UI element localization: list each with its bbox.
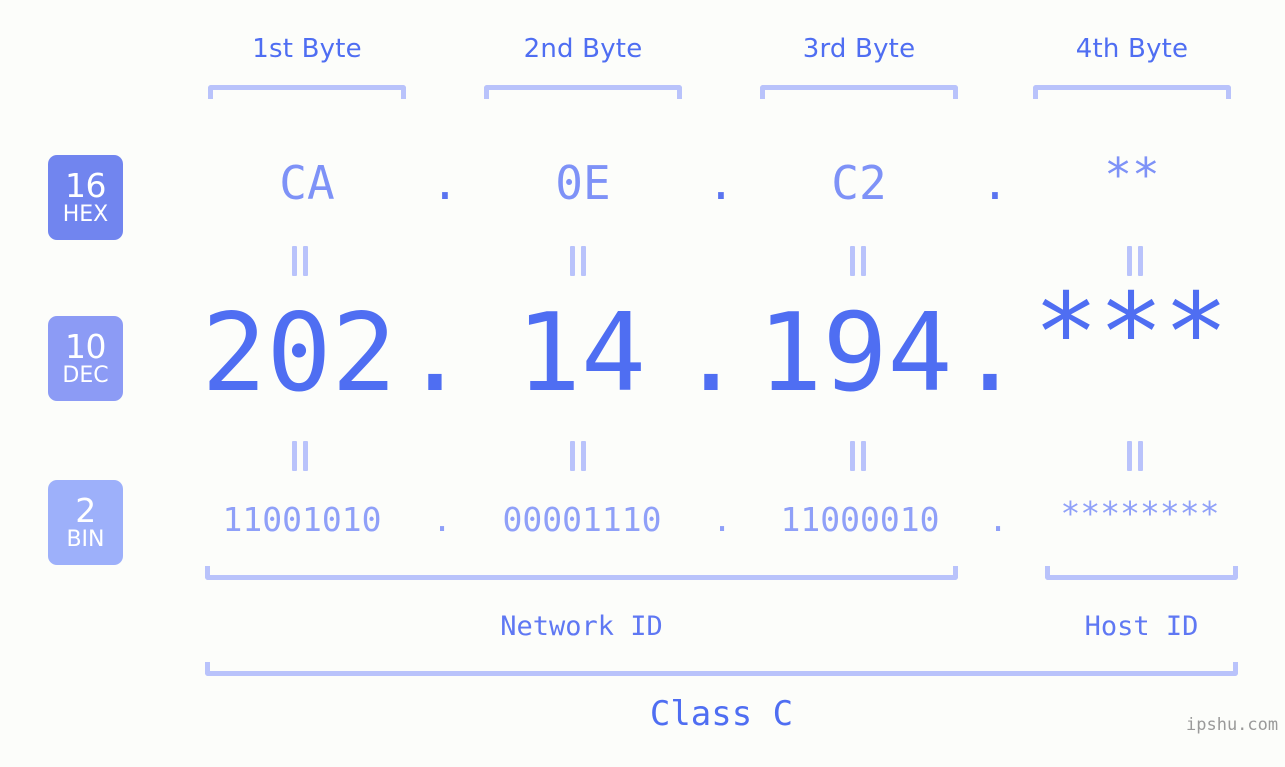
bin-byte-4: ******** bbox=[1060, 494, 1220, 533]
base-badge-bin-number: 2 bbox=[75, 491, 96, 530]
equals-connector-dec-bin-1 bbox=[292, 441, 308, 471]
dec-byte-1: 202 bbox=[201, 291, 397, 416]
site-watermark: ipshu.com bbox=[1186, 715, 1279, 735]
network-id-bracket bbox=[205, 566, 958, 580]
byte-bracket-3 bbox=[760, 85, 958, 99]
dec-separator-3: . bbox=[957, 291, 1023, 416]
byte-bracket-2 bbox=[484, 85, 682, 99]
bin-separator-1: . bbox=[432, 500, 452, 539]
equals-connector-dec-bin-4 bbox=[1127, 441, 1143, 471]
ip-breakdown-diagram: 1st Byte 2nd Byte 3rd Byte 4th Byte 16 H… bbox=[0, 0, 1285, 767]
bin-byte-3: 11000010 bbox=[780, 500, 940, 539]
class-bracket bbox=[205, 662, 1238, 676]
dec-byte-4: *** bbox=[1033, 271, 1229, 396]
equals-connector-dec-bin-2 bbox=[570, 441, 586, 471]
byte-header-4: 4th Byte bbox=[1075, 34, 1189, 64]
hex-byte-3: C2 bbox=[831, 156, 887, 210]
class-label: Class C bbox=[649, 694, 794, 734]
dec-byte-3: 194 bbox=[757, 291, 953, 416]
dec-byte-2: 14 bbox=[515, 291, 647, 416]
equals-connector-hex-dec-1 bbox=[292, 246, 308, 276]
bin-byte-2: 00001110 bbox=[502, 500, 662, 539]
byte-header-1: 1st Byte bbox=[252, 34, 362, 64]
hex-byte-4: ** bbox=[1104, 148, 1160, 202]
hex-separator-1: . bbox=[431, 156, 459, 210]
base-badge-dec: 10 DEC bbox=[48, 316, 123, 401]
hex-separator-3: . bbox=[981, 156, 1009, 210]
bin-byte-1: 11001010 bbox=[222, 500, 382, 539]
byte-header-3: 3rd Byte bbox=[802, 34, 916, 64]
base-badge-hex-name: HEX bbox=[62, 202, 109, 227]
hex-byte-1: CA bbox=[279, 156, 335, 210]
hex-byte-2: 0E bbox=[555, 156, 611, 210]
equals-connector-hex-dec-3 bbox=[850, 246, 866, 276]
dec-separator-1: . bbox=[402, 291, 468, 416]
base-badge-hex-number: 16 bbox=[65, 166, 107, 205]
network-id-label: Network ID bbox=[500, 611, 663, 642]
dec-separator-2: . bbox=[678, 291, 744, 416]
base-badge-dec-name: DEC bbox=[62, 363, 109, 388]
base-badge-hex: 16 HEX bbox=[48, 155, 123, 240]
equals-connector-hex-dec-2 bbox=[570, 246, 586, 276]
byte-bracket-1 bbox=[208, 85, 406, 99]
base-badge-bin: 2 BIN bbox=[48, 480, 123, 565]
bin-separator-3: . bbox=[988, 500, 1008, 539]
bin-separator-2: . bbox=[712, 500, 732, 539]
byte-header-2: 2nd Byte bbox=[523, 34, 643, 64]
host-id-label: Host ID bbox=[1084, 611, 1199, 642]
host-id-bracket bbox=[1045, 566, 1238, 580]
equals-connector-dec-bin-3 bbox=[850, 441, 866, 471]
byte-bracket-4 bbox=[1033, 85, 1231, 99]
base-badge-dec-number: 10 bbox=[65, 327, 107, 366]
hex-separator-2: . bbox=[707, 156, 735, 210]
base-badge-bin-name: BIN bbox=[66, 527, 105, 552]
